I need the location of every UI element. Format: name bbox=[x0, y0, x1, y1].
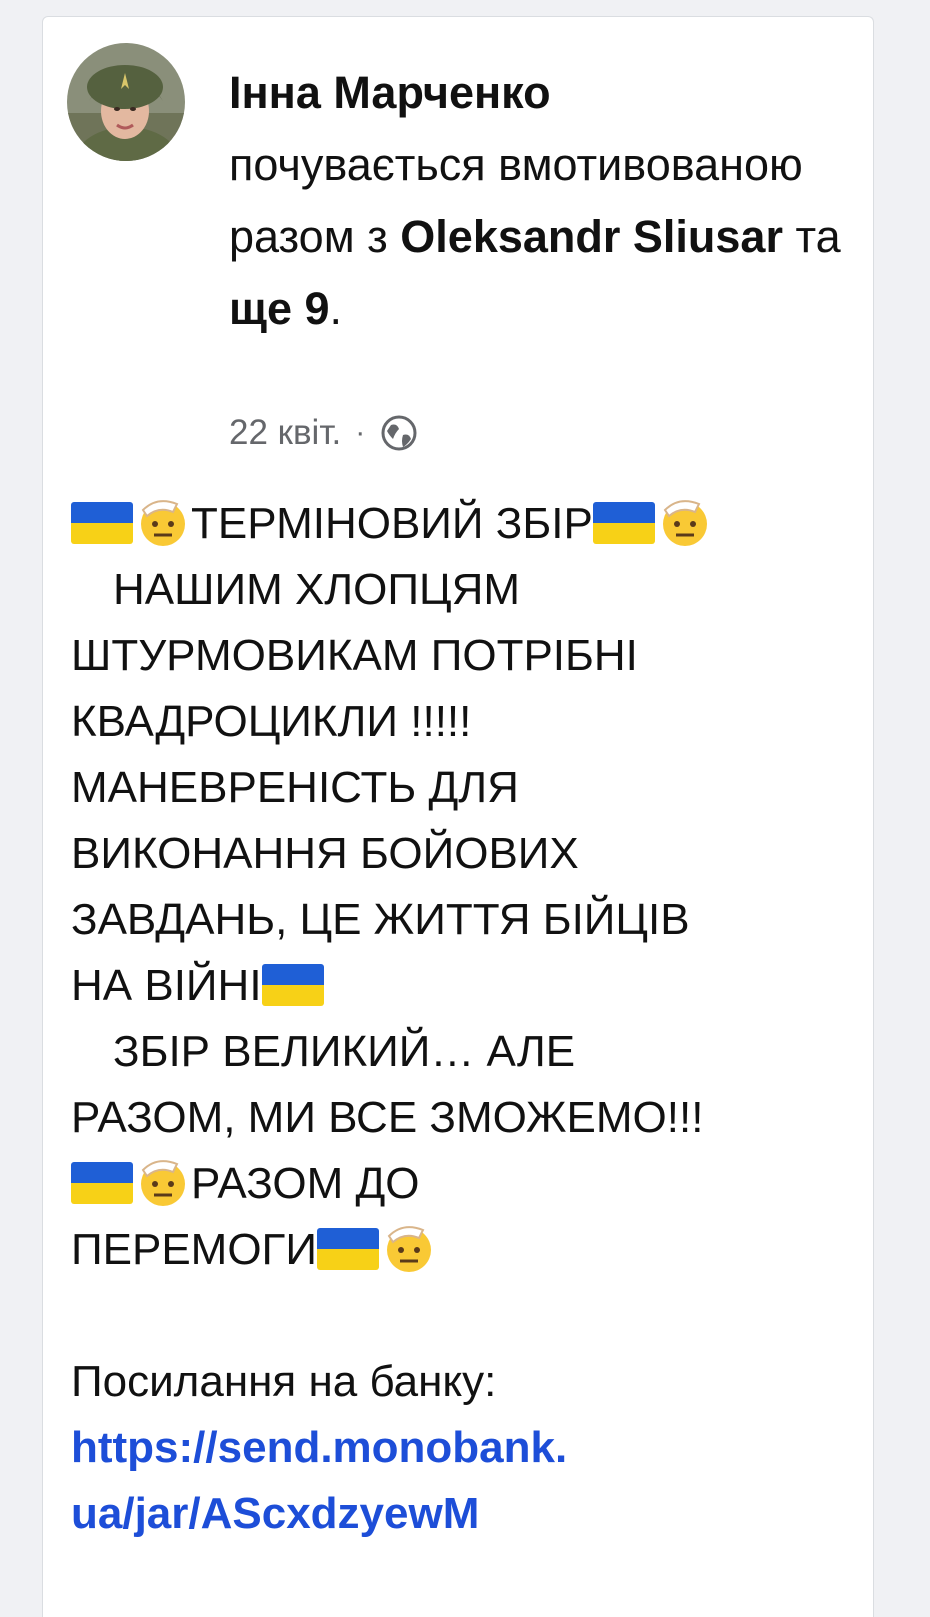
body-line: ПЕРЕМОГИ bbox=[71, 1217, 851, 1283]
body-line: ВИКОНАННЯ БОЙОВИХ bbox=[71, 829, 579, 878]
body-line: ЗБІР ВЕЛИКИЙ… АЛЕ bbox=[113, 1027, 576, 1076]
post-meta: 22 квіт. · bbox=[229, 413, 419, 453]
ukraine-flag-emoji bbox=[71, 502, 133, 544]
tagged-person[interactable]: Oleksandr Sliusar bbox=[400, 211, 783, 262]
post-card: Інна Марченко почувається вмотивованою р… bbox=[42, 16, 874, 1617]
bank-label: Посилання на банку: bbox=[71, 1357, 497, 1406]
saluting-face-emoji bbox=[141, 1160, 185, 1206]
post-header: Інна Марченко почувається вмотивованою р… bbox=[229, 57, 849, 345]
body-line: ШТУРМОВИКАМ ПОТРІБНІ bbox=[71, 631, 638, 680]
author-name[interactable]: Інна Марченко bbox=[229, 67, 551, 118]
urgent-title: ТЕРМІНОВИЙ ЗБІР bbox=[191, 499, 593, 548]
globe-icon[interactable] bbox=[379, 413, 419, 453]
saluting-face-emoji bbox=[387, 1226, 431, 1272]
body-line: КВАДРОЦИКЛИ !!!!! bbox=[71, 697, 472, 746]
saluting-face-emoji bbox=[141, 500, 185, 546]
body-text: ПЕРЕМОГИ bbox=[71, 1225, 317, 1274]
post-date[interactable]: 22 квіт. bbox=[229, 413, 341, 453]
body-line: НА ВІЙНІ bbox=[71, 953, 851, 1019]
author-avatar[interactable] bbox=[67, 43, 185, 161]
ukraine-flag-emoji bbox=[71, 1162, 133, 1204]
ukraine-flag-emoji bbox=[317, 1228, 379, 1270]
link-line[interactable]: https://send.monobank. bbox=[71, 1423, 567, 1472]
link-line[interactable]: ua/jar/AScxdzyewM bbox=[71, 1489, 479, 1538]
body-line: РАЗОМ ДО bbox=[71, 1151, 851, 1217]
body-line: ТЕРМІНОВИЙ ЗБІР bbox=[71, 491, 851, 557]
body-line: РАЗОМ, МИ ВСЕ ЗМОЖЕМО!!! bbox=[71, 1093, 704, 1142]
and-word: та bbox=[795, 211, 841, 262]
body-line: НАШИМ ХЛОПЦЯМ bbox=[113, 565, 520, 614]
saluting-face-emoji bbox=[662, 500, 707, 546]
body-line: ЗАВДАНЬ, ЦЕ ЖИТТЯ БІЙЦІВ bbox=[71, 895, 690, 944]
ukraine-flag-emoji bbox=[261, 964, 324, 1006]
meta-separator: · bbox=[355, 416, 366, 449]
body-text: НА ВІЙНІ bbox=[71, 961, 262, 1010]
ukraine-flag-emoji bbox=[592, 502, 655, 544]
body-line: МАНЕВРЕНІСТЬ ДЛЯ bbox=[71, 763, 519, 812]
header-period: . bbox=[329, 283, 343, 334]
others-link[interactable]: ще 9 bbox=[229, 283, 330, 334]
monobank-link[interactable]: https://send.monobank. ua/jar/AScxdzyewM bbox=[71, 1415, 851, 1547]
post-body: ТЕРМІНОВИЙ ЗБІР НАШИМ ХЛОПЦЯМ ШТУРМОВИКА… bbox=[71, 491, 851, 1547]
body-text: РАЗОМ ДО bbox=[191, 1159, 420, 1208]
